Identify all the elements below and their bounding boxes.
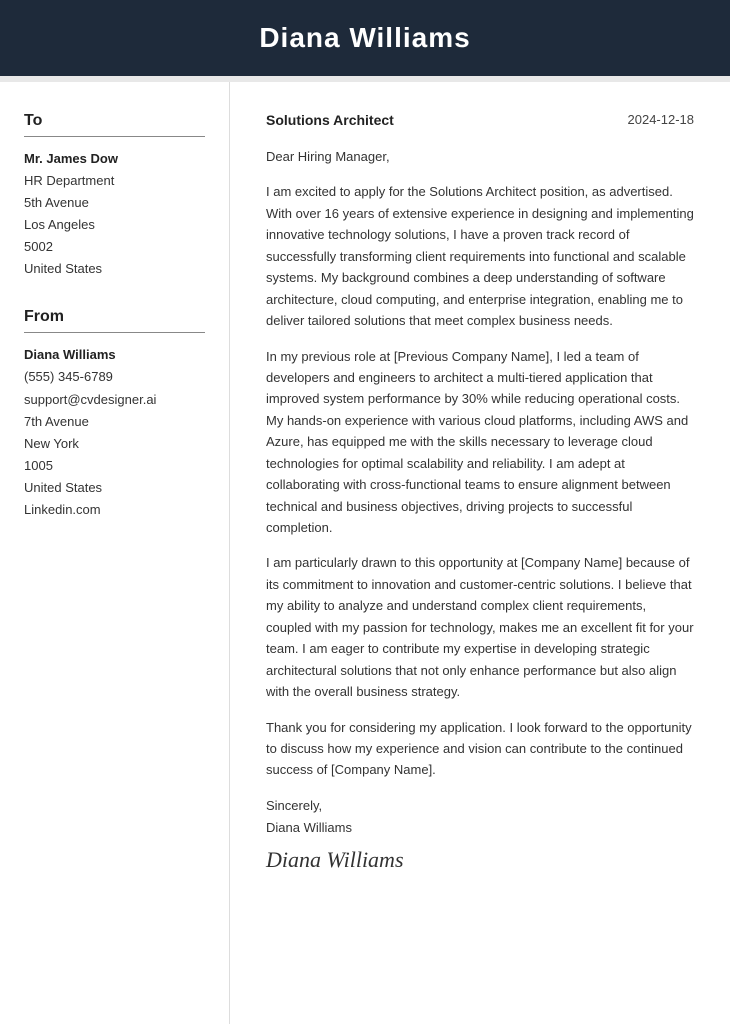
job-title: Solutions Architect (266, 112, 394, 128)
from-section: From Diana Williams (555) 345-6789 suppo… (24, 308, 205, 521)
job-header: Solutions Architect 2024-12-18 (266, 112, 694, 128)
recipient-name: Mr. James Dow (24, 151, 205, 166)
paragraph-2: In my previous role at [Previous Company… (266, 346, 694, 539)
sender-info: (555) 345-6789 support@cvdesigner.ai 7th… (24, 366, 205, 521)
sidebar: To Mr. James Dow HR Department 5th Avenu… (0, 82, 230, 1024)
letter-main: Solutions Architect 2024-12-18 Dear Hiri… (230, 82, 730, 1024)
from-label: From (24, 308, 205, 326)
closing-name: Diana Williams (266, 820, 352, 835)
greeting: Dear Hiring Manager, (266, 146, 694, 167)
sender-city: New York (24, 436, 79, 451)
to-divider (24, 136, 205, 137)
recipient-country: United States (24, 261, 102, 276)
paragraph-1: I am excited to apply for the Solutions … (266, 181, 694, 331)
sender-country: United States (24, 480, 102, 495)
closing-word: Sincerely, (266, 798, 322, 813)
applicant-name: Diana Williams (40, 22, 690, 54)
letter-body: Dear Hiring Manager, I am excited to app… (266, 146, 694, 781)
header: Diana Williams (0, 0, 730, 76)
closing: Sincerely, Diana Williams (266, 795, 694, 839)
signature-section: Sincerely, Diana Williams Diana Williams (266, 795, 694, 873)
cursive-signature: Diana Williams (266, 847, 694, 873)
to-label: To (24, 112, 205, 130)
sender-email: support@cvdesigner.ai (24, 392, 156, 407)
recipient-postal: 5002 (24, 239, 53, 254)
letter-date: 2024-12-18 (628, 112, 695, 127)
content-area: To Mr. James Dow HR Department 5th Avenu… (0, 82, 730, 1024)
sender-phone: (555) 345-6789 (24, 369, 113, 384)
recipient-street: 5th Avenue (24, 195, 89, 210)
sender-linkedin: Linkedin.com (24, 502, 101, 517)
page: Diana Williams To Mr. James Dow HR Depar… (0, 0, 730, 1024)
to-section: To Mr. James Dow HR Department 5th Avenu… (24, 112, 205, 280)
recipient-city: Los Angeles (24, 217, 95, 232)
recipient-info: HR Department 5th Avenue Los Angeles 500… (24, 170, 205, 280)
recipient-department: HR Department (24, 173, 114, 188)
sender-street: 7th Avenue (24, 414, 89, 429)
sender-postal: 1005 (24, 458, 53, 473)
sender-name: Diana Williams (24, 347, 205, 362)
paragraph-4: Thank you for considering my application… (266, 717, 694, 781)
from-divider (24, 332, 205, 333)
paragraph-3: I am particularly drawn to this opportun… (266, 552, 694, 702)
